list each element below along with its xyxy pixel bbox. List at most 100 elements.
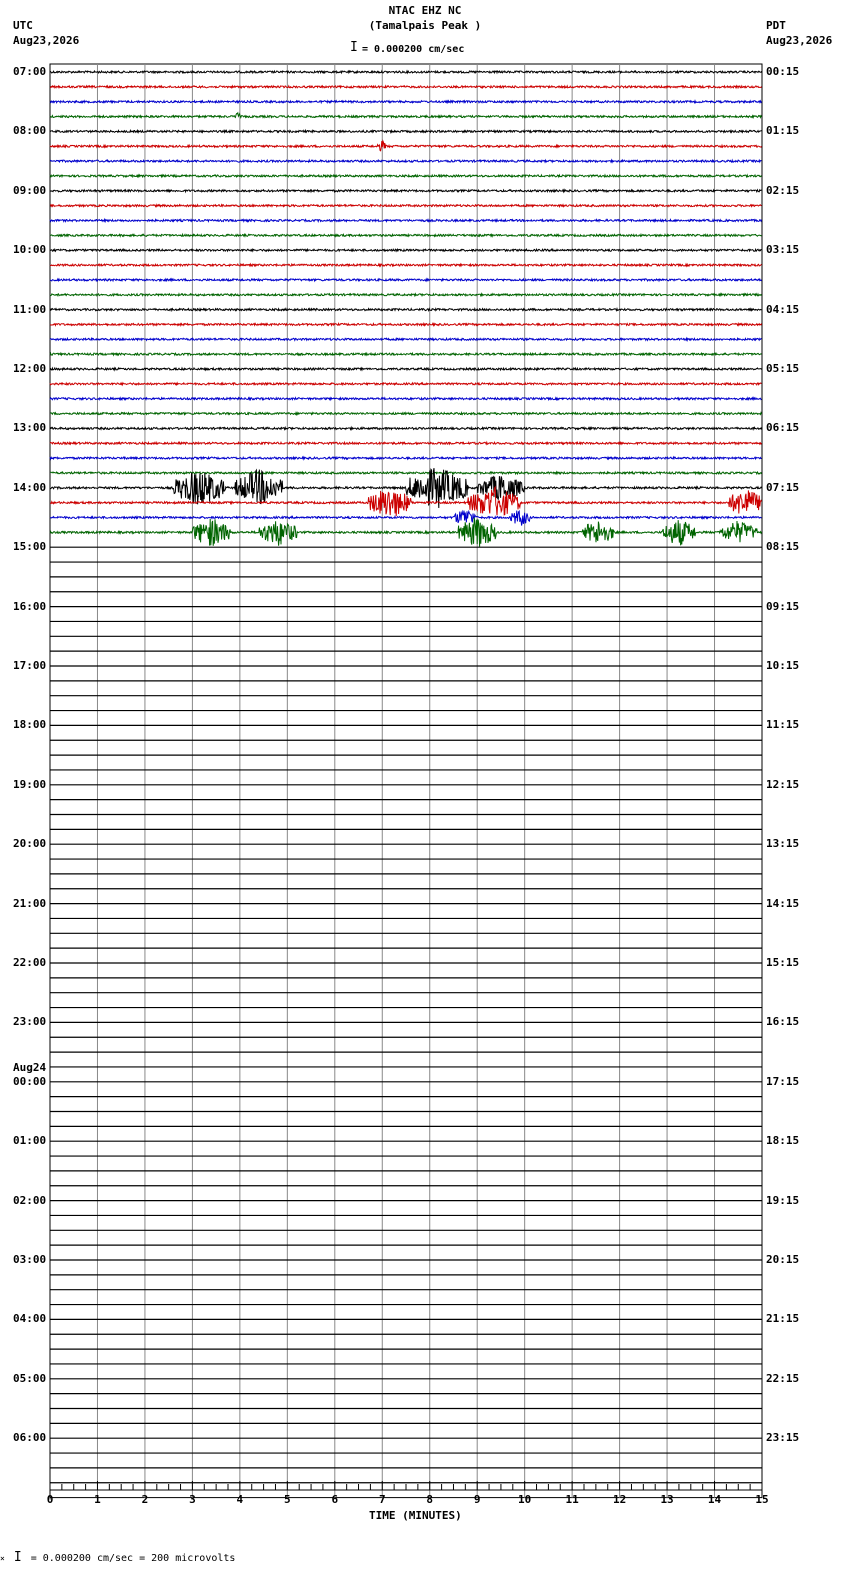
utc-hour-label: 08:00	[13, 124, 47, 138]
x-tick-label: 1	[94, 1493, 101, 1506]
pdt-hour-label: 07:15	[766, 480, 800, 494]
utc-hour-label: 23:00	[13, 1015, 47, 1029]
trace-line	[50, 158, 762, 164]
pdt-hour-label: 00:15	[766, 65, 800, 78]
x-tick-label: 14	[707, 1493, 722, 1506]
x-tick-label: 3	[189, 1493, 196, 1506]
footer-scale: × I = 0.000200 cm/sec = 200 microvolts	[0, 1550, 236, 1565]
utc-hour-label: 20:00	[13, 837, 47, 851]
trace-line	[49, 396, 762, 402]
trace-line	[49, 203, 762, 209]
x-tick-label: 4	[236, 1493, 244, 1506]
footer-scale-note: = 0.000200 cm/sec = 200 microvolts	[30, 1553, 236, 1564]
pdt-hour-label: 03:15	[766, 243, 800, 257]
utc-hour-label: 00:00	[13, 1074, 47, 1088]
pdt-hour-label: 19:15	[766, 1193, 800, 1207]
pdt-hour-label: 23:15	[766, 1431, 800, 1445]
x-tick-label: 9	[473, 1493, 481, 1506]
utc-hour-label: 12:00	[13, 362, 47, 375]
x-tick-label: 11	[565, 1493, 579, 1506]
utc-hour-label: 05:00	[13, 1371, 47, 1385]
x-tick-label: 5	[284, 1493, 291, 1506]
utc-hour-label: 02:00	[13, 1193, 47, 1207]
pdt-hour-label: 09:15	[766, 599, 800, 613]
pdt-hour-label: 22:15	[766, 1371, 800, 1385]
x-tick-label: 8	[426, 1493, 434, 1506]
trace-line	[49, 277, 762, 283]
pdt-hour-label: 10:15	[766, 659, 800, 672]
pdt-hour-label: 17:15	[766, 1074, 800, 1088]
pdt-hour-label: 11:15	[766, 718, 800, 732]
trace-line	[49, 173, 762, 179]
x-tick-label: 10	[518, 1493, 532, 1506]
trace-line	[49, 247, 762, 253]
trace-line	[49, 455, 762, 461]
trace-line	[49, 470, 763, 476]
pdt-hour-label: 08:15	[766, 540, 800, 554]
pdt-hour-label: 02:15	[766, 183, 800, 197]
utc-hour-label: 17:00	[13, 659, 47, 672]
utc-hour-label: 10:00	[13, 243, 47, 257]
x-tick-label: 13	[660, 1493, 674, 1506]
x-tick-label: 12	[612, 1493, 627, 1506]
trace-line	[49, 262, 762, 268]
trace-line	[49, 410, 763, 417]
pdt-hour-label: 13:15	[766, 837, 800, 851]
pdt-hour-label: 16:15	[766, 1015, 800, 1029]
pdt-hour-label: 04:15	[766, 302, 800, 316]
utc-hour-label: 22:00	[13, 956, 47, 969]
utc-hour-label: 21:00	[13, 896, 47, 910]
utc-hour-label: 18:00	[13, 718, 47, 732]
trace-line	[49, 139, 762, 152]
utc-hour-label: 07:00	[13, 65, 47, 78]
utc-hour-label: 14:00	[13, 480, 47, 494]
utc-hour-label: 15:00	[13, 540, 47, 554]
trace-line	[49, 188, 762, 194]
footer-mark-icon: ×	[0, 1554, 5, 1563]
utc-hour-label: 06:00	[13, 1431, 47, 1445]
utc-hour-label: 04:00	[13, 1312, 47, 1326]
trace-line	[49, 84, 763, 90]
trace-line	[49, 321, 763, 328]
footer-scale-bar-icon: I	[13, 1550, 22, 1565]
x-axis-label: TIME (MINUTES)	[369, 1509, 462, 1522]
trace-line	[49, 509, 762, 526]
trace-line	[49, 425, 763, 431]
trace-line	[49, 517, 763, 547]
pdt-hour-label: 15:15	[766, 956, 800, 969]
utc-hour-label: 11:00	[13, 302, 47, 316]
utc-hour-label: 09:00	[13, 183, 47, 197]
seismogram-plot	[49, 63, 763, 1499]
trace-line	[49, 381, 762, 387]
pdt-hour-label: 05:15	[766, 362, 800, 375]
utc-hour-label: 13:00	[13, 421, 47, 435]
trace-line	[49, 111, 763, 120]
utc-hour-label: 01:00	[13, 1134, 47, 1148]
trace-line	[49, 440, 762, 446]
trace-line	[49, 336, 762, 342]
utc-hour-label: 19:00	[13, 777, 47, 791]
x-tick-label: 7	[378, 1493, 386, 1506]
trace-line	[49, 69, 763, 75]
pdt-hour-label: 06:15	[766, 421, 800, 435]
trace-line	[49, 306, 762, 313]
trace-line	[49, 366, 762, 372]
x-tick-label: 0	[46, 1493, 54, 1506]
pdt-hour-label: 12:15	[766, 777, 800, 791]
trace-line	[49, 217, 763, 224]
utc-hour-label: 16:00	[13, 599, 47, 613]
trace-line	[49, 351, 762, 357]
trace-line	[49, 292, 763, 298]
pdt-hour-label: 18:15	[766, 1134, 800, 1148]
trace-line	[49, 99, 763, 105]
x-tick-label: 6	[331, 1493, 339, 1506]
trace-line	[49, 128, 762, 135]
x-tick-label: 15	[755, 1493, 769, 1506]
pdt-hour-label: 14:15	[766, 896, 800, 910]
pdt-hour-label: 21:15	[766, 1312, 800, 1326]
trace-line	[49, 232, 762, 238]
pdt-hour-label: 01:15	[766, 124, 800, 138]
x-tick-label: 2	[141, 1493, 149, 1506]
utc-hour-label: 03:00	[13, 1253, 47, 1266]
pdt-hour-label: 20:15	[766, 1253, 800, 1266]
